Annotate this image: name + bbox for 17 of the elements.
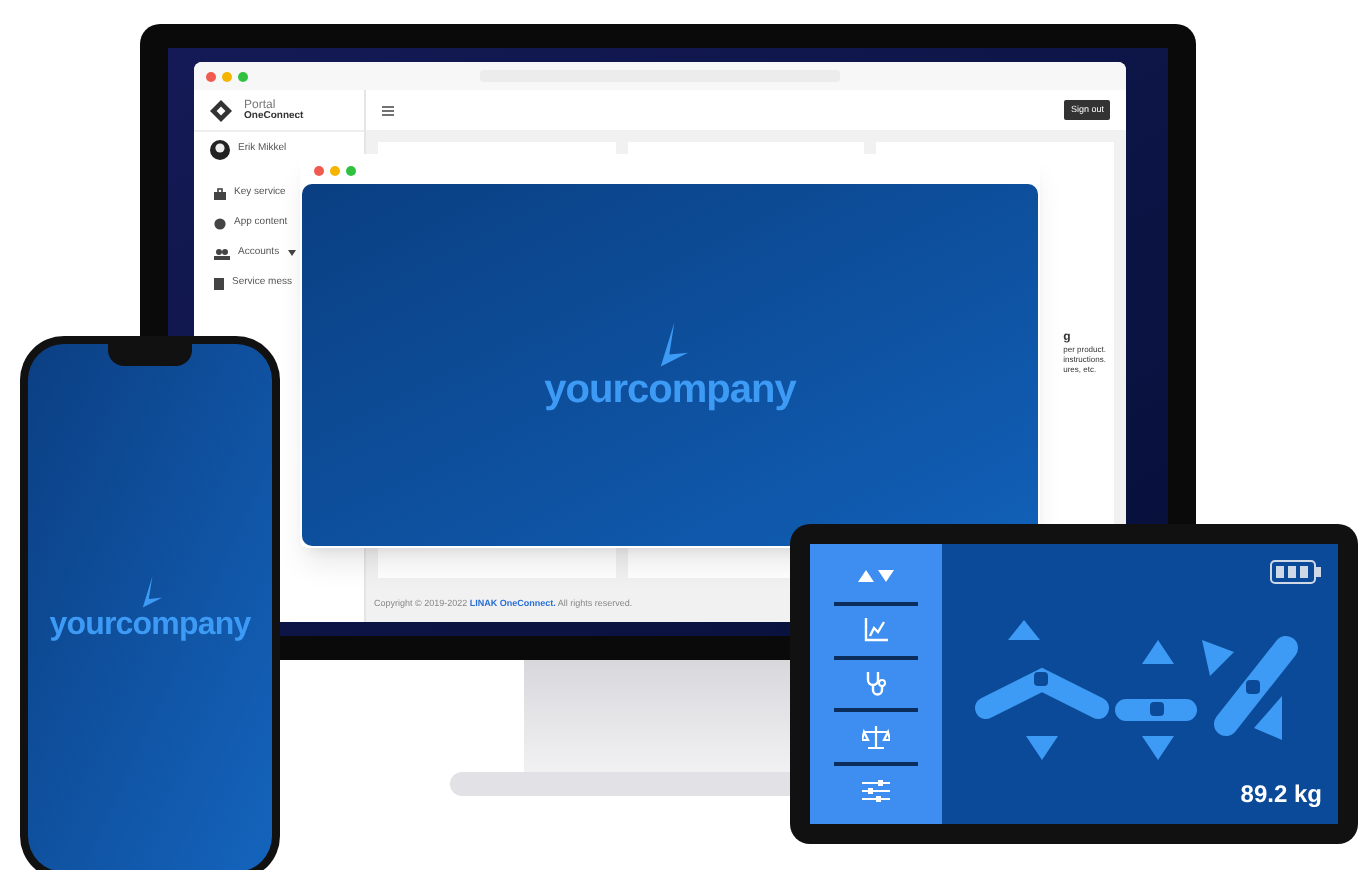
menu-icon[interactable] (382, 105, 394, 115)
logo-wordmark: yourcompany (49, 609, 251, 641)
caret-icon (287, 250, 296, 256)
phone-notch (108, 344, 192, 366)
battery-icon (1270, 560, 1322, 584)
weight-reading: 89.2 kg (1240, 778, 1322, 812)
avatar-icon (210, 139, 230, 159)
briefcase-icon (214, 187, 226, 199)
stethoscope-icon[interactable] (864, 670, 888, 697)
line-chart-icon[interactable] (864, 618, 888, 643)
diamond-logo-icon (210, 99, 232, 121)
sliders-icon[interactable] (862, 780, 890, 803)
logo-wordmark: yourcompany (544, 369, 796, 409)
scale-icon[interactable] (862, 725, 890, 750)
up-down-arrows-icon[interactable] (856, 568, 896, 585)
logo-icon (137, 575, 162, 609)
users-icon (214, 247, 230, 259)
